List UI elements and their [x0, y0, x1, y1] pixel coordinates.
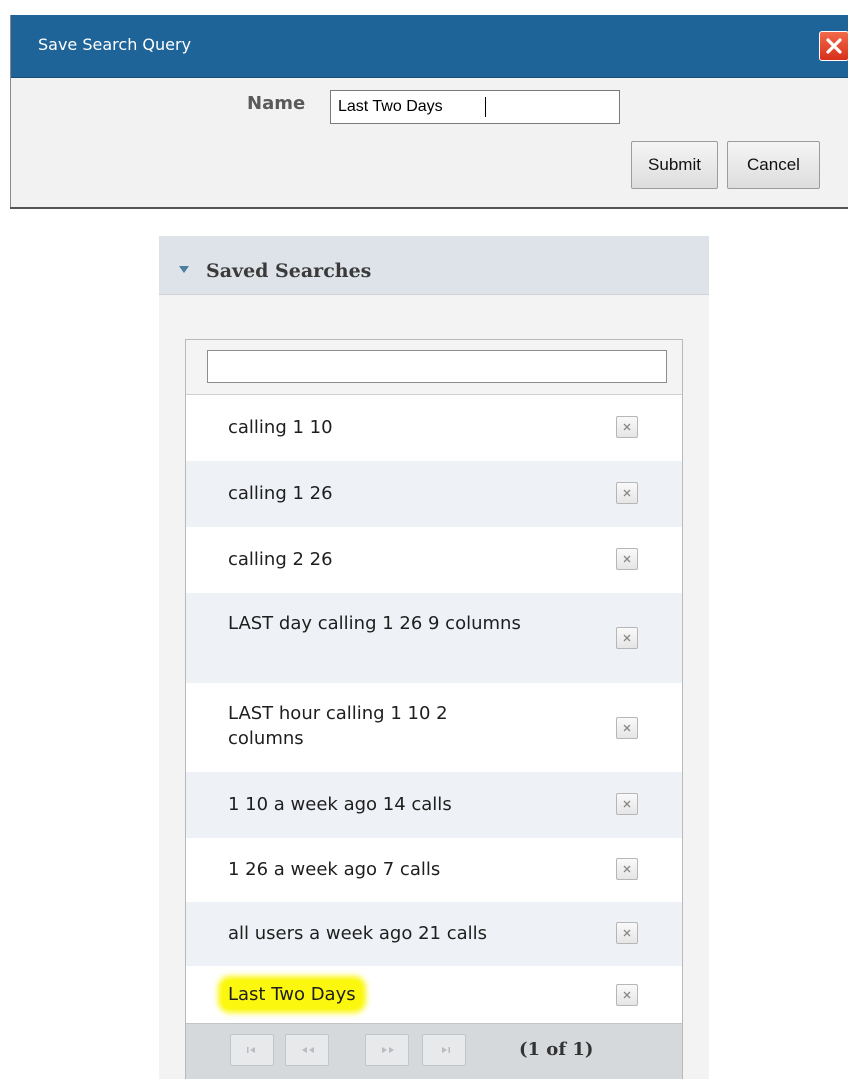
- saved-searches-title: Saved Searches: [206, 260, 372, 282]
- close-button[interactable]: [819, 31, 848, 61]
- page: Save Search Query Name Submit Cancel Sav…: [0, 0, 848, 1079]
- cancel-button[interactable]: Cancel: [727, 141, 820, 189]
- filter-input[interactable]: [207, 350, 667, 383]
- delete-button[interactable]: [616, 793, 638, 815]
- filter-bar: [186, 340, 682, 395]
- list-item[interactable]: calling 1 26: [186, 461, 682, 527]
- first-page-icon: [247, 1047, 255, 1053]
- collapse-triangle-icon[interactable]: [179, 266, 189, 273]
- submit-button[interactable]: Submit: [631, 141, 718, 189]
- delete-button[interactable]: [616, 717, 638, 739]
- list-item[interactable]: LAST day calling 1 26 9 columns: [186, 593, 682, 683]
- saved-searches-panel: Saved Searches calling 1 10 calling 1 26…: [159, 236, 709, 1079]
- pager: (1 of 1): [186, 1023, 682, 1079]
- last-page-icon: [442, 1047, 450, 1053]
- next-page-icon: [382, 1047, 394, 1053]
- list-item-label: calling 1 10: [228, 417, 333, 438]
- close-icon: [623, 423, 631, 431]
- close-icon: [623, 800, 631, 808]
- delete-button[interactable]: [616, 548, 638, 570]
- delete-button[interactable]: [616, 922, 638, 944]
- delete-button[interactable]: [616, 984, 638, 1006]
- name-input[interactable]: [330, 90, 620, 124]
- close-icon: [623, 634, 631, 642]
- list-item[interactable]: 1 26 a week ago 7 calls: [186, 838, 682, 902]
- delete-button[interactable]: [616, 416, 638, 438]
- list-item[interactable]: calling 1 10: [186, 395, 682, 461]
- list-item[interactable]: 1 10 a week ago 14 calls: [186, 772, 682, 838]
- close-icon: [623, 929, 631, 937]
- name-label: Name: [247, 93, 306, 114]
- delete-button[interactable]: [616, 627, 638, 649]
- list-item-label: calling 2 26: [228, 549, 333, 570]
- list-item-label: 1 26 a week ago 7 calls: [228, 859, 441, 880]
- list-item-label: all users a week ago 21 calls: [228, 923, 488, 944]
- last-page-button[interactable]: [422, 1034, 466, 1066]
- pager-status: (1 of 1): [519, 1039, 594, 1060]
- save-search-dialog: Save Search Query Name Submit Cancel: [10, 15, 848, 207]
- close-icon: [623, 724, 631, 732]
- delete-button[interactable]: [616, 858, 638, 880]
- close-icon: [623, 489, 631, 497]
- next-page-button[interactable]: [365, 1034, 409, 1066]
- close-icon: [623, 991, 631, 999]
- saved-searches-list: calling 1 10 calling 1 26 calling 2 26 L…: [185, 339, 683, 1079]
- close-icon: [623, 555, 631, 563]
- text-caret: [485, 97, 486, 117]
- dialog-title: Save Search Query: [38, 35, 192, 54]
- close-icon: [826, 38, 842, 54]
- list-item-label: 1 10 a week ago 14 calls: [228, 794, 452, 815]
- list-item-label: LAST hour calling 1 10 2 columns: [228, 703, 448, 749]
- delete-button[interactable]: [616, 482, 638, 504]
- list-item[interactable]: calling 2 26: [186, 527, 682, 593]
- dialog-titlebar[interactable]: Save Search Query: [11, 15, 848, 78]
- list-item[interactable]: Last Two Days: [186, 966, 682, 1023]
- list-item-label: Last Two Days: [222, 980, 362, 1009]
- list-item-label: calling 1 26: [228, 483, 333, 504]
- list-item[interactable]: all users a week ago 21 calls: [186, 902, 682, 966]
- prev-page-button[interactable]: [285, 1034, 329, 1066]
- saved-searches-header[interactable]: Saved Searches: [159, 236, 709, 295]
- close-icon: [623, 865, 631, 873]
- prev-page-icon: [302, 1047, 314, 1053]
- list-item[interactable]: LAST hour calling 1 10 2 columns: [186, 683, 682, 772]
- list-item-label: LAST day calling 1 26 9 columns: [228, 613, 521, 634]
- first-page-button[interactable]: [230, 1034, 274, 1066]
